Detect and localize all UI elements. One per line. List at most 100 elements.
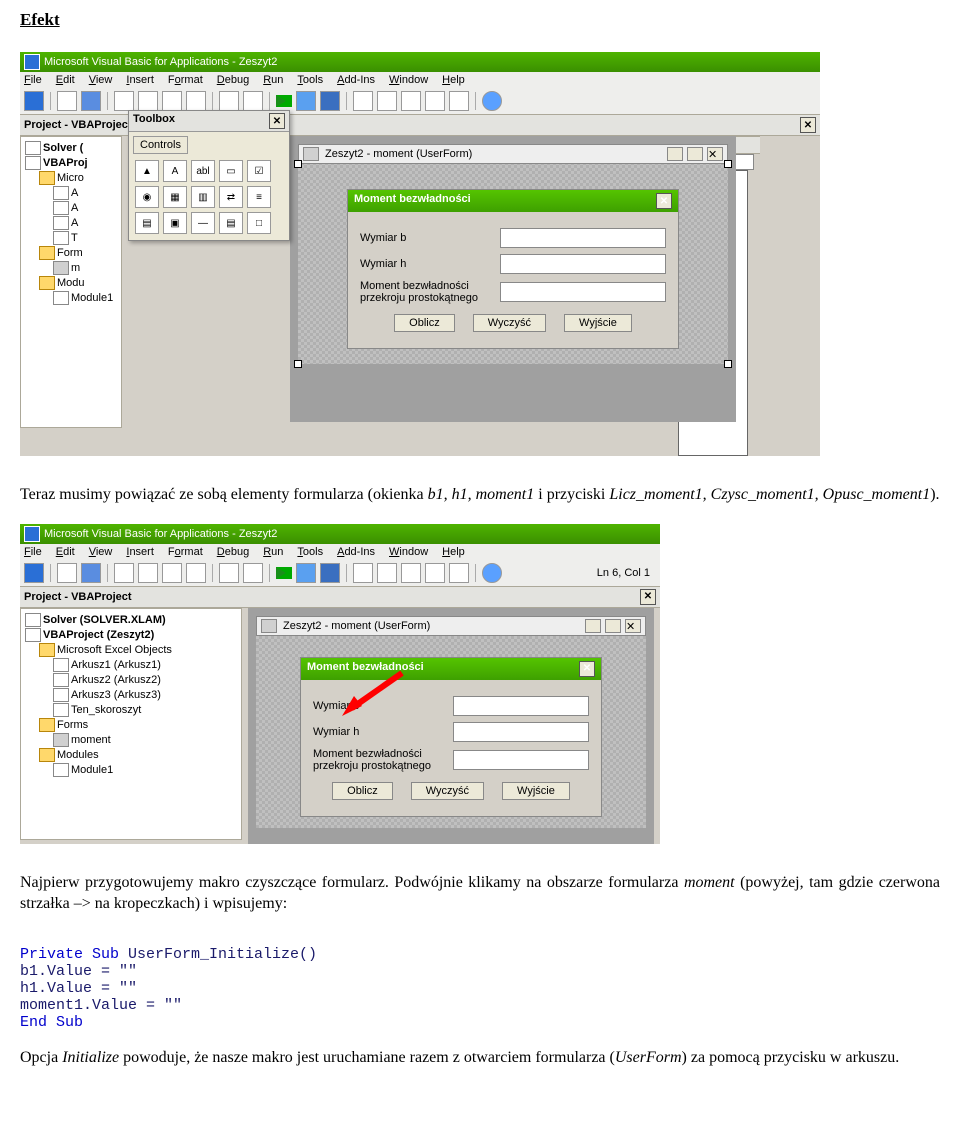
frame-icon[interactable]: ⇄ [219,186,243,208]
menu-help[interactable]: Help [442,546,465,558]
project-tree[interactable]: Solver ( VBAProj Micro A A A T Form m Mo… [20,136,122,428]
menu-insert[interactable]: Insert [126,74,154,86]
tree-module1[interactable]: Module1 [71,292,113,304]
cut-icon[interactable] [57,91,77,111]
button-oblicz[interactable]: Oblicz [332,782,393,800]
toolbox-icon[interactable] [449,91,469,111]
tree-form-moment[interactable]: moment [71,734,111,746]
tree-form-moment[interactable]: m [71,262,80,274]
textbox-icon[interactable]: abl [191,160,215,182]
spinbutton-icon[interactable]: ▤ [219,212,243,234]
selection-handle[interactable] [294,360,302,368]
tree-sheet[interactable]: Arkusz3 (Arkusz3) [71,689,161,701]
redo-icon[interactable] [243,563,263,583]
tree-sheet[interactable]: Arkusz1 (Arkusz1) [71,659,161,671]
project-icon[interactable] [377,91,397,111]
tree-vbaproject[interactable]: VBAProject (Zeszyt2) [43,629,154,641]
project-icon[interactable] [377,563,397,583]
find-icon[interactable] [186,91,206,111]
userform-moment[interactable]: Moment bezwładności ✕ Wymiar b Wymiar h [301,658,601,816]
menubar[interactable]: File Edit View Insert Format Debug Run T… [20,544,660,560]
checkbox-icon[interactable]: ◉ [135,186,159,208]
optionbutton-icon[interactable]: ▦ [163,186,187,208]
minimize-icon[interactable] [667,147,683,161]
properties-icon[interactable] [401,91,421,111]
button-oblicz[interactable]: Oblicz [394,314,455,332]
menu-view[interactable]: View [89,74,113,86]
label-icon[interactable]: A [163,160,187,182]
button-wyczysc[interactable]: Wyczyść [473,314,546,332]
selection-handle[interactable] [724,360,732,368]
tree-module1[interactable]: Module1 [71,764,113,776]
undo-icon[interactable] [219,91,239,111]
textbox-h1[interactable] [500,254,666,274]
menu-edit[interactable]: Edit [56,74,75,86]
menu-format[interactable]: Format [168,546,203,558]
undo-icon[interactable] [219,563,239,583]
project-tree[interactable]: Solver (SOLVER.XLAM) VBAProject (Zeszyt2… [20,608,242,840]
textbox-moment1[interactable] [453,750,589,770]
tabstrip-icon[interactable]: ▤ [135,212,159,234]
combobox-icon[interactable]: ▭ [219,160,243,182]
close-icon[interactable]: ✕ [269,113,285,129]
break-icon[interactable] [296,91,316,111]
copy-icon[interactable] [138,91,158,111]
textbox-moment1[interactable] [500,282,666,302]
tree-modules[interactable]: Modules [57,749,99,761]
help-icon[interactable] [482,91,502,111]
menu-insert[interactable]: Insert [126,546,154,558]
form-designer[interactable]: Zeszyt2 - moment (UserForm) ✕ Moment bez… [290,136,736,422]
menu-help[interactable]: Help [442,74,465,86]
textbox-h1[interactable] [453,722,589,742]
menu-window[interactable]: Window [389,74,428,86]
menu-run[interactable]: Run [263,74,283,86]
menu-view[interactable]: View [89,546,113,558]
tree-sheet[interactable]: A [71,217,78,229]
tree-sheet[interactable]: A [71,187,78,199]
scrollbar-icon[interactable]: — [191,212,215,234]
tree-forms[interactable]: Form [57,247,83,259]
run-icon[interactable] [276,567,292,579]
image-icon[interactable]: □ [247,212,271,234]
togglebutton-icon[interactable]: ▥ [191,186,215,208]
menu-addins[interactable]: Add-Ins [337,74,375,86]
reset-icon[interactable] [320,563,340,583]
menu-file[interactable]: File [24,74,42,86]
button-wyczysc[interactable]: Wyczyść [411,782,484,800]
cut-icon[interactable] [114,91,134,111]
tree-solver[interactable]: Solver (SOLVER.XLAM) [43,614,166,626]
copy-icon[interactable] [138,563,158,583]
design-icon[interactable] [353,563,373,583]
tree-solver[interactable]: Solver ( [43,142,83,154]
close-icon[interactable]: ✕ [579,661,595,677]
tree-modules[interactable]: Modu [57,277,85,289]
maximize-icon[interactable] [605,619,621,633]
menu-tools[interactable]: Tools [297,546,323,558]
find-icon[interactable] [186,563,206,583]
close-icon[interactable]: ✕ [707,147,723,161]
toolbar[interactable]: Ln 6, Col 1 [20,560,660,586]
selection-handle[interactable] [724,160,732,168]
menu-tools[interactable]: Tools [297,74,323,86]
close-icon[interactable]: ✕ [800,117,816,133]
tree-vbaproject[interactable]: VBAProj [43,157,88,169]
tree-ms-excel-objects[interactable]: Microsoft Excel Objects [57,644,172,656]
tree-ms-excel-objects[interactable]: Micro [57,172,84,184]
commandbutton-icon[interactable]: ≡ [247,186,271,208]
excel-icon[interactable] [24,563,44,583]
close-icon[interactable]: ✕ [640,589,656,605]
cut-icon[interactable] [114,563,134,583]
design-icon[interactable] [353,91,373,111]
run-icon[interactable] [276,95,292,107]
menu-run[interactable]: Run [263,546,283,558]
multipage-icon[interactable]: ▣ [163,212,187,234]
menu-debug[interactable]: Debug [217,74,249,86]
tree-forms[interactable]: Forms [57,719,88,731]
object-browser-icon[interactable] [425,91,445,111]
minimize-icon[interactable] [585,619,601,633]
properties-icon[interactable] [401,563,421,583]
toolbox-window[interactable]: Toolbox✕ Controls ▲ A abl ▭ ☑ ◉ ▦ ▥ ⇄ ≡ … [128,110,290,241]
object-browser-icon[interactable] [425,563,445,583]
pointer-icon[interactable]: ▲ [135,160,159,182]
listbox-icon[interactable]: ☑ [247,160,271,182]
